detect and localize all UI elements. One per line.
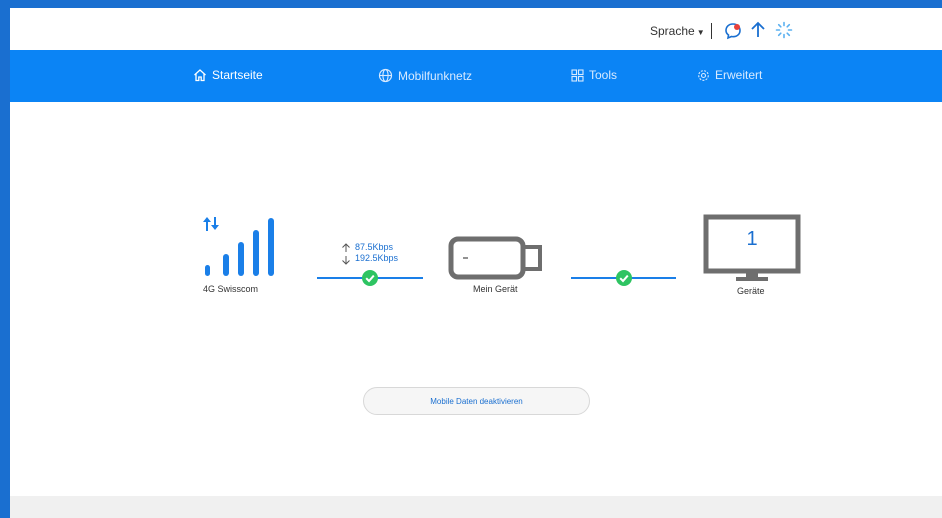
connection-status-panel: 4G Swisscom 87.5Kbps 192.5Kbps Mein Gerä… xyxy=(10,102,942,402)
footer-bar xyxy=(10,496,942,518)
signal-strength-icon xyxy=(203,217,274,276)
nav-label: Erweitert xyxy=(715,68,763,82)
nav-label: Startseite xyxy=(212,68,263,82)
loading-spinner-icon xyxy=(775,21,793,44)
main-nav: Startseite Mobilfunknetz Tools Erweitert xyxy=(10,50,942,102)
mobile-data-toggle-button[interactable]: Mobile Daten deaktivieren xyxy=(363,387,590,415)
upload-arrow-icon[interactable] xyxy=(750,21,766,44)
nav-mobilfunknetz[interactable]: Mobilfunknetz xyxy=(378,68,472,83)
connected-devices-label: Geräte xyxy=(737,286,765,296)
nav-startseite[interactable]: Startseite xyxy=(193,68,263,82)
network-label: 4G Swisscom xyxy=(203,284,259,294)
app-window: Sprache ▼ Startseite Mobilfunknetz Tools… xyxy=(10,8,942,518)
language-label: Sprache xyxy=(650,24,695,38)
caret-down-icon: ▼ xyxy=(696,28,705,37)
gear-icon xyxy=(698,69,709,81)
usb-modem-icon xyxy=(448,236,542,280)
language-dropdown[interactable]: Sprache ▼ xyxy=(650,24,705,38)
home-icon xyxy=(194,69,206,82)
nav-label: Tools xyxy=(589,68,618,82)
device-label: Mein Gerät xyxy=(473,284,518,294)
up-down-arrows-icon xyxy=(342,243,350,265)
nav-label: Mobilfunknetz xyxy=(398,68,473,83)
chat-bubble-icon[interactable] xyxy=(724,22,742,45)
nav-erweitert[interactable]: Erweitert xyxy=(697,68,762,82)
upload-speed: 87.5Kbps xyxy=(355,242,394,252)
check-circle-icon xyxy=(362,270,378,286)
nav-tools[interactable]: Tools xyxy=(571,68,617,82)
connected-device-count: 1 xyxy=(746,228,758,250)
divider xyxy=(711,23,712,39)
check-circle-icon xyxy=(616,270,632,286)
download-speed: 192.5Kbps xyxy=(355,253,399,263)
tools-grid-icon xyxy=(571,68,584,82)
globe-icon xyxy=(378,68,393,83)
top-bar: Sprache ▼ xyxy=(10,8,942,50)
